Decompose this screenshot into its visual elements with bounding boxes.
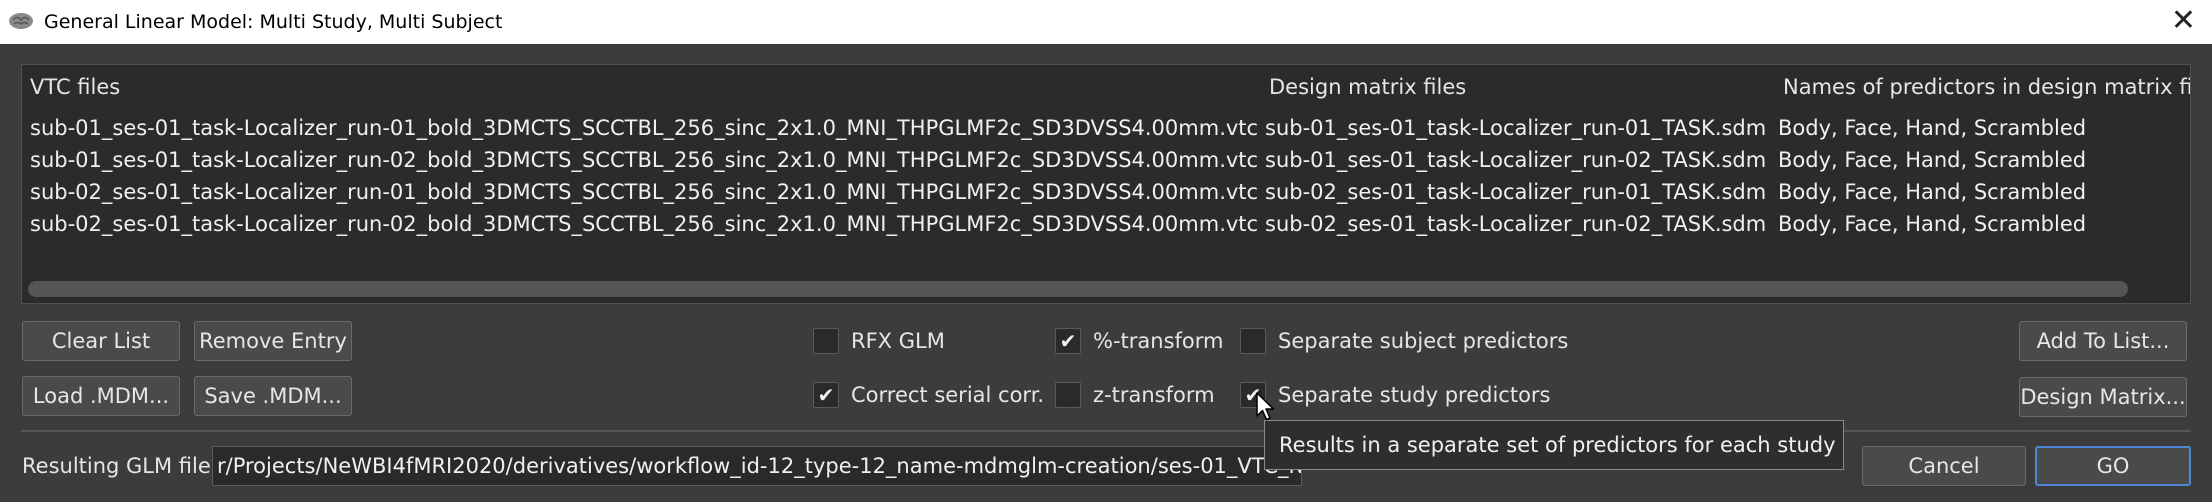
table-cell-sdm[interactable]: sub-02_ses-01_task-Localizer_run-02_TASK…	[1265, 212, 1766, 236]
design-matrix-button[interactable]: Design Matrix...	[2019, 377, 2187, 417]
z-transform-checkbox[interactable]	[1055, 382, 1081, 408]
table-cell-sdm[interactable]: sub-01_ses-01_task-Localizer_run-02_TASK…	[1265, 148, 1766, 172]
table-cell-vtc[interactable]: sub-01_ses-01_task-Localizer_run-01_bold…	[30, 116, 1258, 140]
resulting-glm-file-label: Resulting GLM file:	[22, 454, 218, 478]
title-bar: General Linear Model: Multi Study, Multi…	[0, 0, 2212, 44]
separate-subject-predictors-checkbox[interactable]	[1240, 328, 1266, 354]
separate-subject-predictors-label: Separate subject predictors	[1278, 329, 1569, 353]
horizontal-scrollbar[interactable]	[28, 281, 2128, 297]
brain-icon	[8, 12, 34, 34]
table-cell-sdm[interactable]: sub-02_ses-01_task-Localizer_run-01_TASK…	[1265, 180, 1766, 204]
column-header-vtc-files[interactable]: VTC files	[30, 75, 120, 99]
checkmark-icon: ✔	[817, 383, 835, 407]
save-mdm-button[interactable]: Save .MDM...	[194, 376, 352, 416]
separator	[21, 430, 2191, 432]
correct-serial-corr-label: Correct serial corr.	[851, 383, 1045, 407]
checkmark-icon: ✔	[1059, 329, 1077, 353]
vtc-file-table[interactable]: VTC files Design matrix files Names of p…	[21, 64, 2191, 304]
add-to-list-button[interactable]: Add To List...	[2019, 321, 2187, 361]
table-cell-vtc[interactable]: sub-02_ses-01_task-Localizer_run-02_bold…	[30, 212, 1258, 236]
percent-transform-label: %-transform	[1093, 329, 1224, 353]
cancel-button[interactable]: Cancel	[1862, 446, 2026, 486]
percent-transform-checkbox[interactable]: ✔	[1055, 328, 1081, 354]
table-cell-predictors[interactable]: Body, Face, Hand, Scrambled	[1778, 212, 2086, 236]
close-icon[interactable]: ✕	[2171, 6, 2196, 36]
column-header-design-matrix-files[interactable]: Design matrix files	[1269, 75, 1466, 99]
load-mdm-button[interactable]: Load .MDM...	[22, 376, 180, 416]
z-transform-label: z-transform	[1093, 383, 1215, 407]
table-cell-vtc[interactable]: sub-02_ses-01_task-Localizer_run-01_bold…	[30, 180, 1258, 204]
table-cell-predictors[interactable]: Body, Face, Hand, Scrambled	[1778, 180, 2086, 204]
correct-serial-corr-checkbox[interactable]: ✔	[813, 382, 839, 408]
resulting-glm-file-input[interactable]: r/Projects/NeWBI4fMRI2020/derivatives/wo…	[212, 446, 1302, 486]
table-cell-sdm[interactable]: sub-01_ses-01_task-Localizer_run-01_TASK…	[1265, 116, 1766, 140]
window-title: General Linear Model: Multi Study, Multi…	[44, 11, 503, 33]
separate-study-predictors-label: Separate study predictors	[1278, 383, 1551, 407]
column-header-predictor-names[interactable]: Names of predictors in design matrix fil…	[1783, 75, 2190, 99]
rfx-glm-label: RFX GLM	[851, 329, 945, 353]
clear-list-button[interactable]: Clear List	[22, 321, 180, 361]
go-button[interactable]: GO	[2035, 446, 2191, 486]
rfx-glm-checkbox[interactable]	[813, 328, 839, 354]
mouse-pointer-icon	[1256, 392, 1276, 426]
table-cell-predictors[interactable]: Body, Face, Hand, Scrambled	[1778, 148, 2086, 172]
table-cell-vtc[interactable]: sub-01_ses-01_task-Localizer_run-02_bold…	[30, 148, 1258, 172]
remove-entry-button[interactable]: Remove Entry	[194, 321, 352, 361]
table-cell-predictors[interactable]: Body, Face, Hand, Scrambled	[1778, 116, 2086, 140]
tooltip: Results in a separate set of predictors …	[1264, 420, 1844, 470]
